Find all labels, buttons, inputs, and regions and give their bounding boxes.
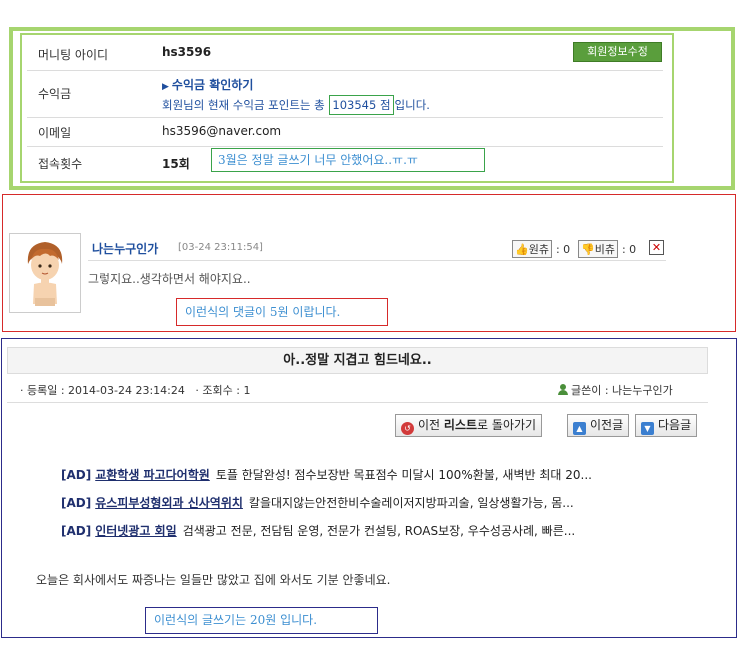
agree-vote: 👍원츄: 0: [512, 240, 570, 258]
person-icon: [558, 384, 568, 395]
ad-tag: [AD]: [61, 468, 92, 482]
row-divider: [27, 146, 663, 147]
ad-item: [AD] 유스피부성형외과 신사역위치 칼을대지않는안전한비수술레이저지방파괴술, …: [61, 494, 574, 511]
meta-divider: [7, 402, 708, 403]
post-body-text: 오늘은 회사에서도 짜증나는 일들만 많았고 집에 와서도 기분 안좋네요.: [36, 573, 391, 587]
ad-link[interactable]: 유스피부성형외과 신사역위치: [95, 496, 243, 510]
disagree-count: : 0: [621, 243, 637, 256]
revenue-points-value: 103545 점: [329, 95, 394, 115]
thumbs-up-icon: 👍: [515, 243, 529, 256]
back-to-list-button[interactable]: ↺ 이전 리스트로 돌아가기: [395, 414, 543, 437]
revenue-label: 수익금: [38, 87, 72, 101]
agree-count: : 0: [555, 243, 571, 256]
ad-tag: [AD]: [61, 524, 92, 538]
row-divider: [27, 117, 663, 118]
previous-post-button[interactable]: ▲ 이전글: [567, 414, 630, 437]
email-label: 이메일: [38, 126, 72, 140]
annotation-note-visits: 3월은 정말 글쓰기 너무 안했어요..ㅠ.ㅠ: [211, 148, 485, 172]
visits-label: 접속횟수: [38, 157, 83, 171]
ad-link[interactable]: 인터넷광고 회일: [95, 524, 176, 538]
visits-value: 15회: [162, 157, 190, 171]
triangle-right-icon: ▶: [162, 82, 169, 92]
arrow-up-icon: ▲: [573, 422, 586, 435]
ad-link[interactable]: 교환학생 파고다어학원: [95, 468, 210, 482]
agree-button[interactable]: 👍원츄: [512, 240, 552, 258]
ad-description: 검색광고 전문, 전담팀 운영, 전문가 컨설팅, ROAS보장, 우수성공사례…: [182, 524, 576, 538]
comment-author[interactable]: 나는누구인가: [92, 240, 158, 257]
close-icon: ✕: [651, 241, 662, 254]
member-id-label: 머니팅 아이디: [38, 48, 109, 62]
post-author-label: 글쓴이 : 나는누구인가: [571, 384, 673, 397]
thumbs-down-icon: 👎: [581, 243, 595, 256]
annotation-note-comment: 이런식의 댓글이 5원 이랍니다.: [176, 298, 388, 326]
edit-member-info-button[interactable]: 회원정보수정: [573, 42, 662, 62]
avatar: [9, 233, 81, 313]
post-author: 글쓴이 : 나는누구인가: [558, 382, 673, 398]
comment-date: [03-24 23:11:54]: [178, 242, 263, 253]
revenue-prefix: 회원님의 현재 수익금 포인트는 총: [162, 98, 325, 112]
check-revenue-link[interactable]: ▶ 수익금 확인하기: [162, 76, 253, 93]
ad-description: 칼을대지않는안전한비수술레이저지방파괴술, 일상생활가능, 몸...: [248, 496, 574, 510]
member-id-value: hs3596: [162, 45, 212, 59]
comment-divider: [88, 260, 666, 261]
revenue-points-text: 회원님의 현재 수익금 포인트는 총 103545 점 입니다.: [162, 95, 430, 115]
comment-text: 그렇지요..생각하면서 해야지요..: [88, 272, 251, 286]
next-post-button[interactable]: ▼ 다음글: [635, 414, 698, 437]
return-icon: ↺: [401, 422, 414, 435]
avatar-character-icon: [27, 242, 63, 306]
annotation-note-post: 이런식의 글쓰기는 20원 입니다.: [145, 607, 378, 634]
post-title: 아..정말 지겹고 힘드네요..: [7, 347, 708, 374]
ad-tag: [AD]: [61, 496, 92, 510]
ad-item: [AD] 교환학생 파고다어학원 토플 한달완성! 점수보장반 목표점수 미달시 1…: [61, 466, 592, 483]
post-views: · 조회수 : 1: [195, 384, 251, 397]
delete-comment-button[interactable]: ✕: [649, 240, 664, 255]
revenue-suffix: 입니다.: [394, 98, 430, 112]
row-divider: [27, 70, 663, 71]
arrow-down-icon: ▼: [641, 422, 654, 435]
check-revenue-link-text: 수익금 확인하기: [171, 78, 254, 92]
disagree-button[interactable]: 👎비츄: [578, 240, 618, 258]
ad-description: 토플 한달완성! 점수보장반 목표점수 미달시 100%환불, 새벽반 최대 2…: [215, 468, 592, 482]
email-value: hs3596@naver.com: [162, 124, 282, 138]
post-date: · 등록일 : 2014-03-24 23:14:24: [20, 384, 185, 397]
disagree-vote: 👎비츄: 0: [578, 240, 636, 258]
post-meta: · 등록일 : 2014-03-24 23:14:24 · 조회수 : 1: [20, 382, 250, 398]
ad-item: [AD] 인터넷광고 회일 검색광고 전문, 전담팀 운영, 전문가 컨설팅, RO…: [61, 522, 575, 539]
